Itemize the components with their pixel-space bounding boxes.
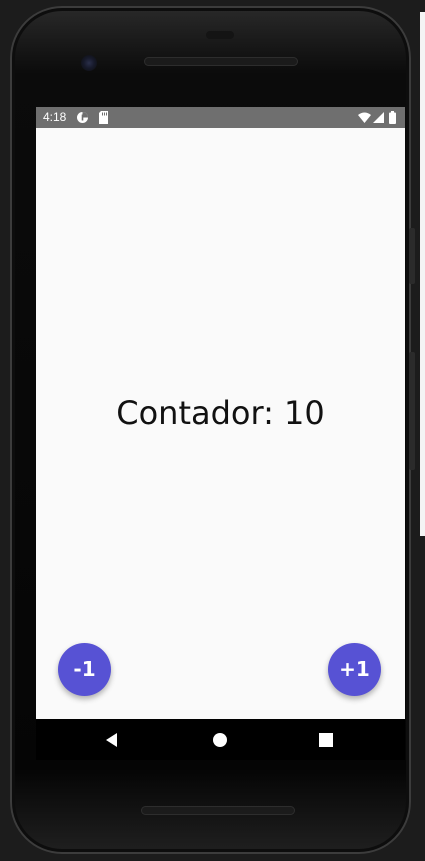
decrement-button[interactable]: -1 xyxy=(58,643,111,696)
front-camera xyxy=(81,55,97,71)
top-speaker xyxy=(144,57,298,66)
home-icon[interactable] xyxy=(210,730,230,750)
increment-button[interactable]: +1 xyxy=(328,643,381,696)
battery-icon xyxy=(389,111,396,127)
side-panel xyxy=(420,12,425,536)
signal-icon xyxy=(373,112,384,126)
navigation-bar xyxy=(36,719,405,760)
status-time: 4:18 xyxy=(43,110,67,124)
phone-screen: 4:18 Contador: 10 -1 +1 xyxy=(36,107,405,760)
sd-card-icon xyxy=(98,111,109,127)
wifi-icon xyxy=(358,112,371,126)
counter-text: Contador: 10 xyxy=(116,394,325,432)
phone-frame: 4:18 Contador: 10 -1 +1 xyxy=(10,6,411,854)
bottom-speaker xyxy=(141,806,295,815)
power-button xyxy=(409,352,415,470)
volume-button xyxy=(409,228,415,284)
recents-icon[interactable] xyxy=(316,730,336,750)
app-content: Contador: 10 -1 +1 xyxy=(36,128,405,719)
data-saver-icon xyxy=(76,111,89,127)
earpiece xyxy=(206,31,234,39)
status-bar: 4:18 xyxy=(36,107,405,128)
back-icon[interactable] xyxy=(102,730,122,750)
